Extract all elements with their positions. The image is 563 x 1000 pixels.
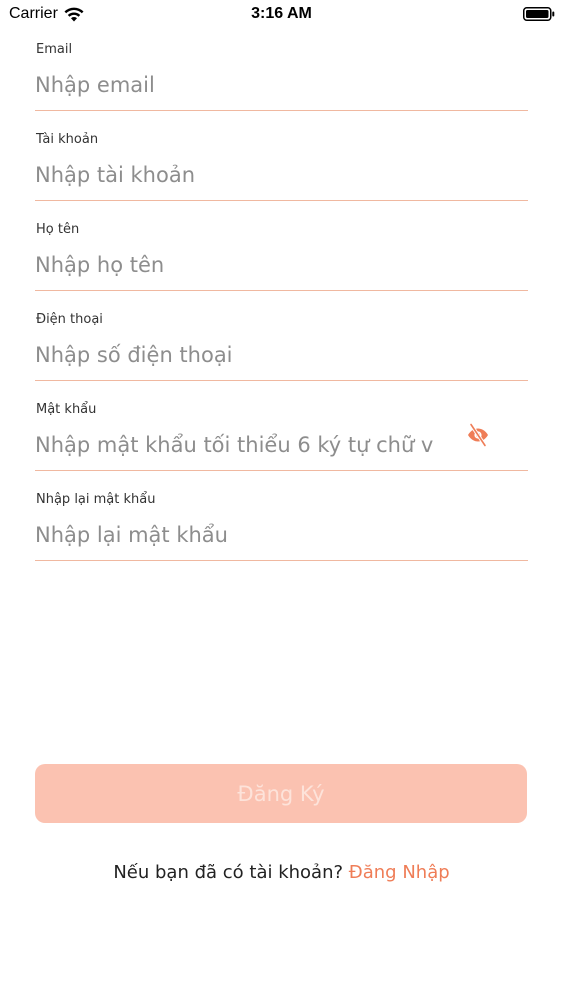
fullname-field[interactable] bbox=[35, 248, 435, 282]
phone-field-group: Điện thoại bbox=[35, 310, 528, 400]
confirm-password-field-group: Nhập lại mật khẩu bbox=[35, 490, 528, 580]
password-field-group: Mật khẩu bbox=[35, 400, 528, 490]
username-field-group: Tài khoản bbox=[35, 130, 528, 220]
login-link[interactable]: Đăng Nhập bbox=[349, 862, 450, 883]
username-underline bbox=[35, 200, 528, 201]
email-field[interactable] bbox=[35, 68, 435, 102]
email-label: Email bbox=[36, 42, 73, 57]
status-bar: Carrier 3:16 AM bbox=[0, 0, 563, 30]
register-button[interactable]: Đăng Ký bbox=[35, 764, 527, 823]
login-prompt: Nếu bạn đã có tài khoản? Đăng Nhập bbox=[0, 862, 563, 883]
confirm-password-label: Nhập lại mật khẩu bbox=[36, 492, 156, 507]
email-underline bbox=[35, 110, 528, 111]
password-field[interactable] bbox=[35, 428, 435, 462]
fullname-underline bbox=[35, 290, 528, 291]
fullname-label: Họ tên bbox=[36, 222, 80, 237]
username-field[interactable] bbox=[35, 158, 435, 192]
registration-form: Email Tài khoản Họ tên Điện thoại Mật kh… bbox=[35, 40, 528, 580]
password-label: Mật khẩu bbox=[36, 402, 97, 417]
phone-underline bbox=[35, 380, 528, 381]
username-label: Tài khoản bbox=[36, 132, 99, 147]
status-time: 3:16 AM bbox=[251, 5, 312, 22]
confirm-password-underline bbox=[35, 560, 528, 561]
login-prompt-text: Nếu bạn đã có tài khoản? bbox=[113, 862, 344, 883]
password-underline bbox=[35, 470, 528, 471]
password-visibility-toggle[interactable] bbox=[465, 422, 491, 448]
fullname-field-group: Họ tên bbox=[35, 220, 528, 310]
phone-label: Điện thoại bbox=[36, 312, 103, 327]
phone-field[interactable] bbox=[35, 338, 435, 372]
email-field-group: Email bbox=[35, 40, 528, 130]
battery-icon bbox=[523, 7, 555, 21]
confirm-password-field[interactable] bbox=[35, 518, 435, 552]
eye-off-icon bbox=[468, 423, 488, 447]
